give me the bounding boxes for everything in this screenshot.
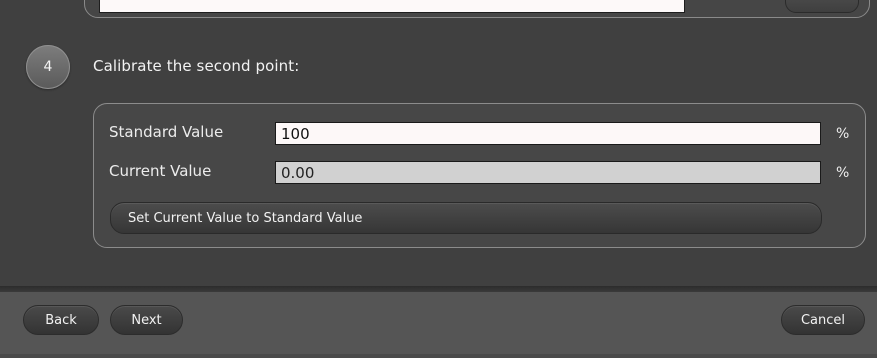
step-title: Calibrate the second point: — [93, 57, 300, 75]
step-number-badge: 4 — [26, 45, 70, 89]
wizard-footer: Back Next Cancel — [0, 292, 877, 358]
back-button[interactable]: Back — [23, 305, 99, 335]
current-value-unit: % — [836, 165, 850, 181]
next-button[interactable]: Next — [110, 305, 183, 335]
calibration-wizard: 4 Calibrate the second point: Standard V… — [0, 0, 877, 358]
current-value-field — [275, 161, 821, 184]
second-point-panel: Standard Value % Current Value % Set Cur… — [93, 103, 866, 248]
current-value-label: Current Value — [109, 162, 212, 180]
previous-step-button[interactable] — [785, 0, 859, 13]
standard-value-label: Standard Value — [109, 123, 224, 141]
set-current-to-standard-button[interactable]: Set Current Value to Standard Value — [110, 202, 822, 234]
previous-step-panel — [84, 0, 870, 18]
standard-value-input[interactable] — [275, 122, 821, 145]
standard-value-unit: % — [836, 126, 850, 142]
cancel-button[interactable]: Cancel — [781, 305, 865, 335]
previous-step-input[interactable] — [99, 0, 685, 13]
